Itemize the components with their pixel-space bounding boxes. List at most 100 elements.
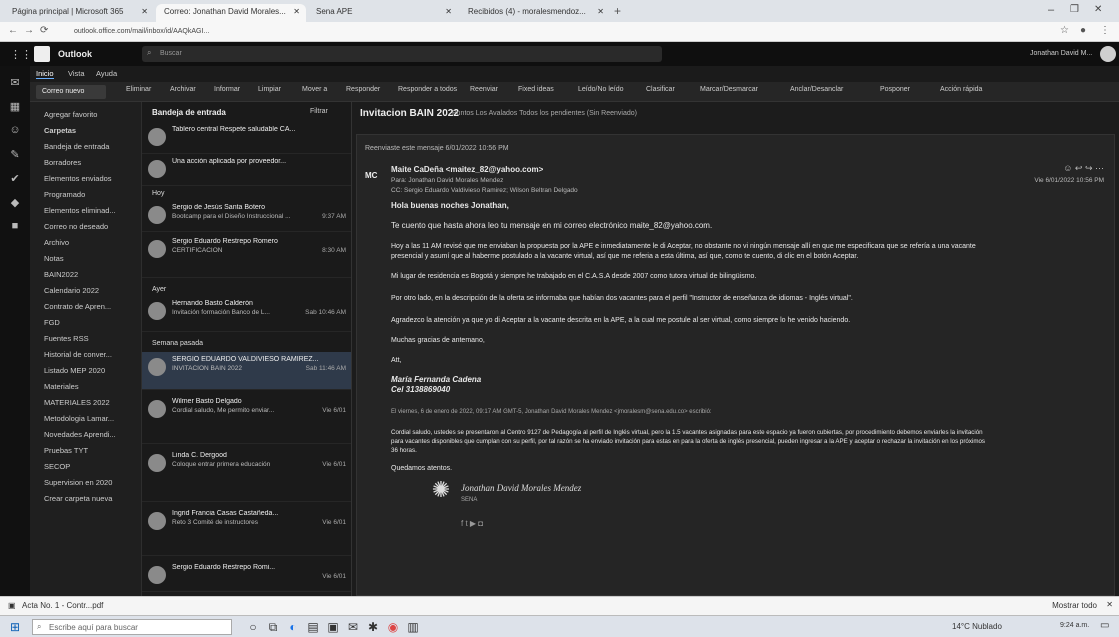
folder-item[interactable]: BAIN2022 [44,270,78,279]
move-button[interactable]: Mover a [302,86,327,93]
list-item[interactable]: Sergio de Jesús Santa Botero Bootcamp par… [142,200,351,232]
folder-item[interactable]: Supervision en 2020 [44,478,112,487]
new-mail-button[interactable]: Correo nuevo [36,85,106,99]
search-input[interactable]: ⌕ Buscar [142,46,662,62]
forward-button[interactable]: Reenviar [470,86,498,93]
list-item[interactable]: Una acción aplicada por proveedor... [142,154,351,186]
folder-item[interactable]: MATERIALES 2022 [44,398,110,407]
create-folder-link[interactable]: Crear carpeta nueva [44,494,112,503]
close-tab-icon[interactable]: ✕ [293,7,300,16]
tab-inicio[interactable]: Inicio [36,69,54,79]
download-item[interactable]: Acta No. 1 - Contr...pdf [22,601,103,610]
quick-action-button[interactable]: Acción rápida [940,86,982,93]
folder-sent[interactable]: Elementos enviados [44,174,112,183]
browser-tab[interactable]: Recibidos (4) - moralesmendoz... ✕ [460,4,610,22]
calendar-icon[interactable]: ▦ [9,100,21,113]
folder-item[interactable]: Materiales [44,382,79,391]
list-item[interactable]: Hernando Basto Calderón Invitación formac… [142,296,351,332]
edge-icon[interactable]: ◐ [286,620,300,634]
snooze-button[interactable]: Posponer [880,86,910,93]
pin-button[interactable]: Anclar/Desanclar [790,86,843,93]
show-all-link[interactable]: Mostrar todo [1052,601,1097,610]
reload-icon[interactable]: ⟳ [40,25,48,36]
minimize-button[interactable]: – [1048,4,1054,16]
close-tab-icon[interactable]: ✕ [445,7,452,16]
reply-button[interactable]: Responder [346,86,380,93]
url-field[interactable]: outlook.office.com/mail/inbox/id/AAQkAGI… [68,25,948,39]
folder-junk[interactable]: Correo no deseado [44,222,108,231]
folder-header[interactable]: Carpetas [44,126,76,135]
new-tab-icon[interactable]: + [614,4,621,18]
folder-item[interactable]: FGD [44,318,60,327]
folder-deleted[interactable]: Elementos eliminad... [44,206,116,215]
list-item[interactable]: Wilmer Basto Delgado Cordial saludo, Me p… [142,394,351,444]
flag-button[interactable]: Marcar/Desmarcar [700,86,758,93]
list-item[interactable]: Sergio Eduardo Restrepo Romero CERTIFICAC… [142,234,351,278]
browser-tab[interactable]: Sena APE ✕ [308,4,458,22]
folder-item[interactable]: Metodologia Lamar... [44,414,114,423]
sweep-button[interactable]: Limpiar [258,86,281,93]
weather-widget[interactable]: 14°C Nublado [952,622,1002,631]
folder-item[interactable]: Contrato de Apren... [44,302,111,311]
folder-item[interactable]: SECOP [44,462,70,471]
message-actions-icon[interactable]: ☺ ↩ ↪ ⋯ [1063,163,1104,174]
fixed-ideas-button[interactable]: Fixed ideas [518,86,554,93]
tab-vista[interactable]: Vista [68,69,85,78]
filter-button[interactable]: Filtrar [310,108,328,115]
avatar[interactable] [1100,46,1116,62]
maximize-button[interactable]: ❐ [1070,4,1079,15]
close-tab-icon[interactable]: ✕ [141,7,148,16]
people-icon[interactable]: ☺ [9,124,21,136]
close-tab-icon[interactable]: ✕ [597,7,604,16]
back-icon[interactable]: ← [8,25,18,36]
notifications-icon[interactable]: ▭ [1100,620,1109,631]
delete-button[interactable]: Eliminar [126,86,151,93]
taskbar-search[interactable]: ⌕ Escribe aquí para buscar [32,619,232,635]
folder-drafts[interactable]: Borradores [44,158,81,167]
word-icon[interactable]: ■ [9,220,21,232]
clock[interactable]: 9:24 a.m. [1060,622,1089,629]
profile-icon[interactable]: ● [1080,25,1086,36]
attach-icon[interactable]: ✎ [9,148,21,161]
widgets-icon[interactable]: ⧉ [266,620,280,634]
folder-item[interactable]: Fuentes RSS [44,334,89,343]
folder-notes[interactable]: Notas [44,254,64,263]
report-button[interactable]: Informar [214,86,240,93]
todo-icon[interactable]: ✔ [9,172,21,185]
chrome-icon[interactable]: ◉ [386,620,400,634]
list-item[interactable]: Linda C. Dergood Coloque entrar primera e… [142,448,351,502]
teams-icon[interactable]: ◆ [9,196,21,209]
extensions-icon[interactable]: ☆ [1060,25,1069,36]
folder-item[interactable]: Listado MEP 2020 [44,366,105,375]
windows-start-icon[interactable]: ⊞ [8,620,22,634]
categorize-button[interactable]: Clasificar [646,86,675,93]
reply-all-button[interactable]: Responder a todos [398,86,457,93]
app-launcher-icon[interactable]: ⋮⋮ [10,48,32,61]
task-view-icon[interactable]: ○ [246,620,260,634]
app-icon[interactable]: ▥ [406,620,420,634]
list-item[interactable]: Tablero central Respete saludable CA... [142,122,351,154]
folder-item[interactable]: Novedades Aprendi... [44,430,116,439]
forward-icon[interactable]: → [24,25,34,36]
folder-archive[interactable]: Archivo [44,238,69,247]
tab-ayuda[interactable]: Ayuda [96,69,117,78]
browser-tab[interactable]: Página principal | Microsoft 365 ✕ [4,4,154,22]
folder-item[interactable]: Calendario 2022 [44,286,99,295]
folder-inbox[interactable]: Bandeja de entrada [44,142,109,151]
archive-button[interactable]: Archivar [170,86,196,93]
mail-app-icon[interactable]: ✉ [346,620,360,634]
store-icon[interactable]: ▣ [326,620,340,634]
mail-icon[interactable]: ✉ [9,76,21,89]
list-item-selected[interactable]: SERGIO EDUARDO VALDIVIESO RAMIREZ... INVI… [142,352,351,390]
folder-item[interactable]: Historial de conver... [44,350,112,359]
app-icon[interactable]: ✱ [366,620,380,634]
list-item[interactable]: Sergio Eduardo Restrepo Romi... Vie 6/01 [142,560,351,592]
close-window-button[interactable]: ✕ [1094,4,1102,15]
browser-tab-active[interactable]: Correo: Jonathan David Morales... ✕ [156,4,306,22]
menu-icon[interactable]: ⋮ [1100,25,1110,36]
list-item[interactable]: Ingrid Francia Casas Castañeda... Reto 3 … [142,506,351,556]
file-explorer-icon[interactable]: ▤ [306,620,320,634]
read-unread-button[interactable]: Leído/No leído [578,86,624,93]
add-favorite[interactable]: Agregar favorito [44,110,97,119]
close-icon[interactable]: ✕ [1106,600,1113,609]
